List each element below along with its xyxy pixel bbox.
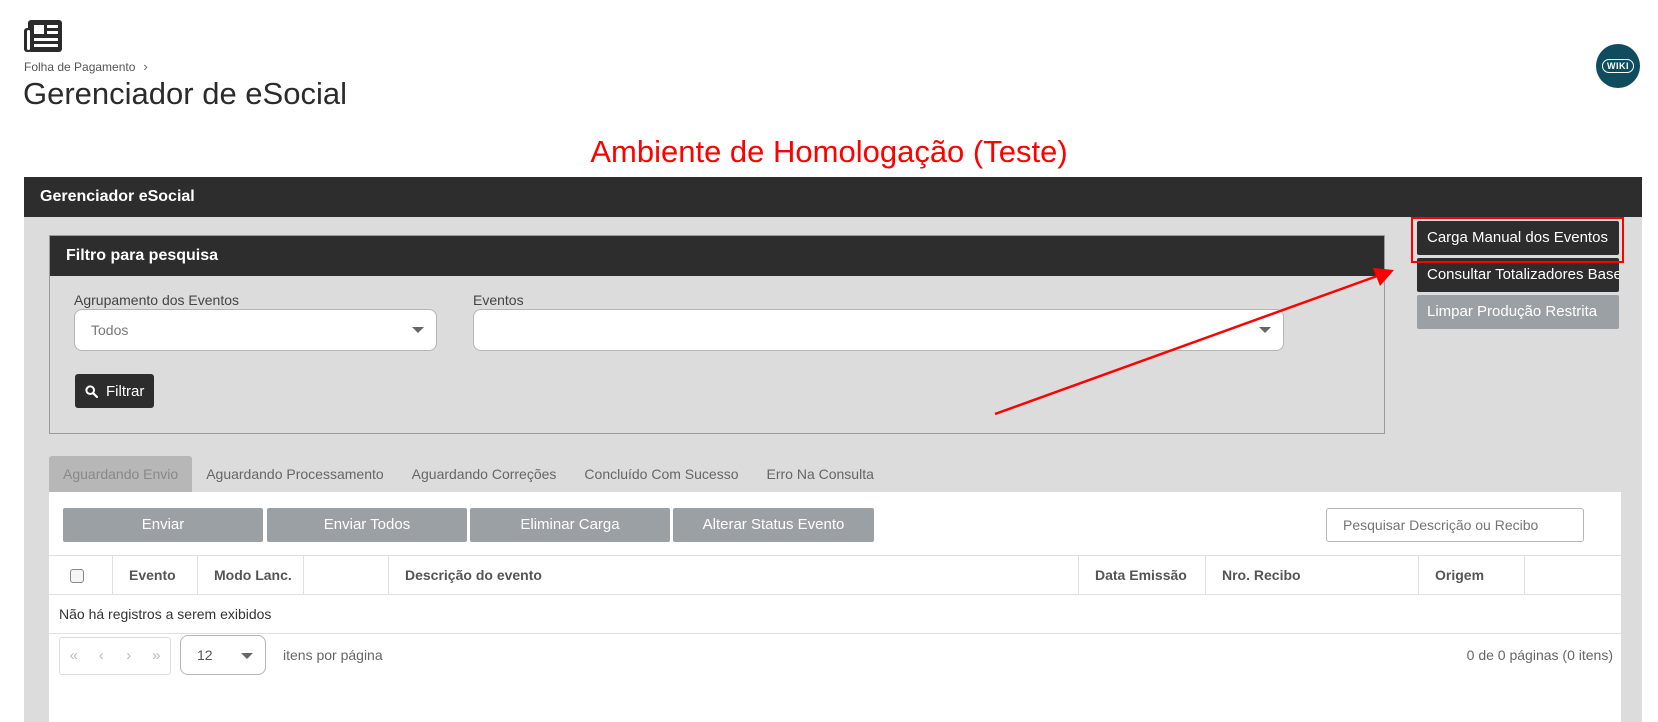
send-all-button[interactable]: Enviar Todos [267,508,467,542]
last-page-icon[interactable]: » [143,638,171,674]
wiki-label: WIKI [1602,59,1634,73]
delete-load-button[interactable]: Eliminar Carga [470,508,670,542]
breadcrumb-item-folha[interactable]: Folha de Pagamento [24,60,135,74]
tab-concluido-com-sucesso[interactable]: Concluído Com Sucesso [570,456,752,492]
panel-title: Gerenciador eSocial [24,177,1642,217]
prev-page-icon[interactable]: ‹ [88,638,116,674]
totals-button[interactable]: Consultar Totalizadores Base [1417,258,1619,292]
chevron-right-icon: › [143,59,148,74]
page-size-value: 12 [197,647,213,663]
change-status-button[interactable]: Alterar Status Evento [673,508,874,542]
pager: « ‹ › » 12 itens por página 0 de 0 págin… [49,627,1621,687]
breadcrumb: Folha de Pagamento › [24,59,148,74]
column-header-blank [304,556,389,594]
first-page-icon[interactable]: « [60,638,88,674]
chevron-down-icon [412,327,424,333]
filter-box: Filtro para pesquisa Agrupamento dos Eve… [49,235,1385,434]
column-header-nro-recibo[interactable]: Nro. Recibo [1206,556,1419,594]
events-select[interactable] [473,309,1284,351]
tab-aguardando-processamento[interactable]: Aguardando Processamento [192,456,397,492]
page-title: Gerenciador de eSocial [23,76,347,111]
tab-erro-na-consulta[interactable]: Erro Na Consulta [753,456,888,492]
chevron-down-icon [1259,327,1271,333]
highlight-annotation [1411,217,1624,263]
page-size-label: itens por página [283,647,383,663]
grid-header: Evento Modo Lanc. Descrição do evento Da… [49,555,1621,595]
events-label: Eventos [473,292,524,308]
wiki-button[interactable]: WIKI [1596,44,1640,88]
search-input[interactable] [1326,508,1584,542]
pager-nav: « ‹ › » [59,637,171,675]
status-tabs: Aguardando Envio Aguardando Processament… [49,456,888,492]
select-all-checkbox[interactable] [70,569,84,584]
clear-restricted-button[interactable]: Limpar Produção Restrita [1417,295,1619,329]
esocial-panel: Gerenciador eSocial Filtro para pesquisa… [24,177,1642,722]
send-button[interactable]: Enviar [63,508,263,542]
column-header-origem[interactable]: Origem [1419,556,1525,594]
select-all-cell [49,556,113,594]
filter-title: Filtro para pesquisa [50,236,1384,276]
filter-button-label: Filtrar [106,382,145,400]
grouping-select[interactable]: Todos [74,309,437,351]
column-header-data-emissao[interactable]: Data Emissão [1079,556,1206,594]
tab-content: Enviar Enviar Todos Eliminar Carga Alter… [49,492,1621,722]
chevron-down-icon [241,653,253,659]
newspaper-icon [24,20,62,52]
filter-button[interactable]: Filtrar [75,374,155,408]
column-header-modo-lanc[interactable]: Modo Lanc. [198,556,304,594]
next-page-icon[interactable]: › [115,638,143,674]
tab-aguardando-envio[interactable]: Aguardando Envio [49,456,193,492]
column-header-evento[interactable]: Evento [113,556,198,594]
pager-info: 0 de 0 páginas (0 itens) [1466,647,1613,663]
tab-aguardando-correcoes[interactable]: Aguardando Correções [398,456,571,492]
events-grid: Evento Modo Lanc. Descrição do evento Da… [49,555,1621,634]
grouping-label: Agrupamento dos Eventos [74,292,239,308]
environment-banner: Ambiente de Homologação (Teste) [590,134,1068,169]
column-header-descricao[interactable]: Descrição do evento [389,556,1079,594]
search-icon [85,384,98,398]
grouping-value: Todos [91,322,129,338]
page-size-select[interactable]: 12 [180,635,266,675]
